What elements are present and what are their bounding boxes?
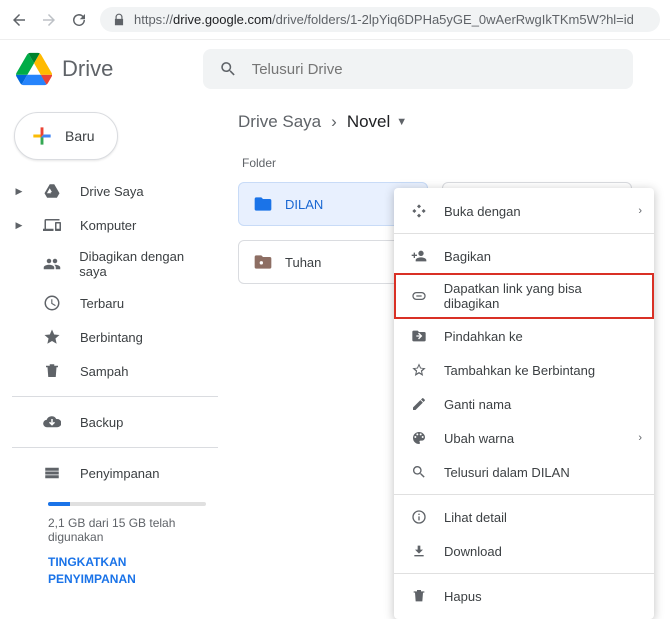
reload-icon[interactable] (70, 11, 88, 29)
ctx-share[interactable]: Bagikan (394, 239, 654, 273)
divider (394, 573, 654, 574)
folder-name: DILAN (285, 197, 323, 212)
browser-bar: https://drive.google.com/drive/folders/1… (0, 0, 670, 40)
storage-text: 2,1 GB dari 15 GB telah digunakan (48, 516, 206, 544)
divider (394, 494, 654, 495)
sidebar-item-my-drive[interactable]: ▶ Drive Saya (8, 174, 222, 208)
forward-icon[interactable] (40, 11, 58, 29)
url-text: https://drive.google.com/drive/folders/1… (134, 12, 634, 27)
storage-progress (48, 502, 206, 506)
sidebar-label: Penyimpanan (80, 466, 160, 481)
palette-icon (410, 429, 428, 447)
sidebar-label: Drive Saya (80, 184, 144, 199)
search-input[interactable] (252, 61, 618, 78)
edit-icon (410, 395, 428, 413)
sidebar-label: Berbintang (80, 330, 143, 345)
folder-icon (253, 194, 273, 214)
divider (12, 396, 218, 397)
move-icon (410, 327, 428, 345)
lock-icon (112, 13, 126, 27)
sidebar-label: Sampah (80, 364, 128, 379)
chevron-right-icon: ▶ (14, 186, 24, 197)
devices-icon (42, 215, 62, 235)
chevron-down-icon: ▼ (396, 116, 407, 128)
upgrade-storage-link[interactable]: TINGKATKAN PENYIMPANAN (48, 554, 206, 588)
new-button-label: Baru (65, 128, 95, 144)
trash-icon (410, 587, 428, 605)
sidebar-label: Dibagikan dengan saya (79, 249, 212, 279)
storage-block: 2,1 GB dari 15 GB telah digunakan TINGKA… (8, 490, 222, 588)
shared-folder-icon (253, 252, 273, 272)
sidebar-item-recent[interactable]: Terbaru (8, 286, 222, 320)
breadcrumb-root[interactable]: Drive Saya (238, 112, 321, 132)
back-icon[interactable] (10, 11, 28, 29)
plus-icon (29, 123, 55, 149)
address-bar[interactable]: https://drive.google.com/drive/folders/1… (100, 7, 660, 32)
drive-icon (42, 181, 62, 201)
trash-icon (42, 361, 62, 381)
sidebar-item-backup[interactable]: Backup (8, 405, 222, 439)
search-icon (219, 59, 237, 79)
open-with-icon (410, 202, 428, 220)
sidebar-item-shared[interactable]: Dibagikan dengan saya (8, 242, 222, 286)
breadcrumb-current[interactable]: Novel ▼ (347, 112, 407, 132)
link-icon (410, 287, 428, 305)
search-bar[interactable] (203, 49, 633, 89)
person-add-icon (410, 247, 428, 265)
ctx-details[interactable]: Lihat detail (394, 500, 654, 534)
clock-icon (42, 293, 62, 313)
app-header: Drive (0, 40, 670, 98)
star-outline-icon (410, 361, 428, 379)
storage-icon (42, 463, 62, 483)
new-button[interactable]: Baru (14, 112, 118, 160)
ctx-move[interactable]: Pindahkan ke (394, 319, 654, 353)
ctx-open-with[interactable]: Buka dengan › (394, 194, 654, 228)
folder-name: Tuhan (285, 255, 321, 270)
sidebar-label: Komputer (80, 218, 136, 233)
ctx-get-link[interactable]: Dapatkan link yang bisa dibagikan (394, 273, 654, 319)
ctx-star[interactable]: Tambahkan ke Berbintang (394, 353, 654, 387)
chevron-right-icon: › (638, 432, 642, 444)
sidebar: Baru ▶ Drive Saya ▶ Komputer Dibagikan d… (0, 98, 222, 612)
info-icon (410, 508, 428, 526)
ctx-search-in[interactable]: Telusuri dalam DILAN (394, 455, 654, 489)
sidebar-label: Terbaru (80, 296, 124, 311)
chevron-right-icon: › (638, 205, 642, 217)
chevron-right-icon: › (331, 112, 337, 132)
context-menu: Buka dengan › Bagikan Dapatkan link yang… (394, 188, 654, 619)
ctx-delete[interactable]: Hapus (394, 579, 654, 613)
chevron-right-icon: ▶ (14, 220, 24, 231)
section-label: Folder (238, 150, 654, 182)
sidebar-label: Backup (80, 415, 123, 430)
divider (12, 447, 218, 448)
download-icon (410, 542, 428, 560)
ctx-download[interactable]: Download (394, 534, 654, 568)
drive-logo-icon (16, 51, 52, 87)
star-icon (42, 327, 62, 347)
sidebar-item-starred[interactable]: Berbintang (8, 320, 222, 354)
backup-icon (42, 412, 62, 432)
sidebar-item-storage[interactable]: Penyimpanan (8, 456, 222, 490)
sidebar-item-trash[interactable]: Sampah (8, 354, 222, 388)
search-icon (410, 463, 428, 481)
people-icon (42, 254, 62, 274)
product-name: Drive (62, 56, 113, 82)
ctx-rename[interactable]: Ganti nama (394, 387, 654, 421)
ctx-color[interactable]: Ubah warna › (394, 421, 654, 455)
breadcrumb: Drive Saya › Novel ▼ (238, 106, 654, 150)
divider (394, 233, 654, 234)
sidebar-item-computers[interactable]: ▶ Komputer (8, 208, 222, 242)
